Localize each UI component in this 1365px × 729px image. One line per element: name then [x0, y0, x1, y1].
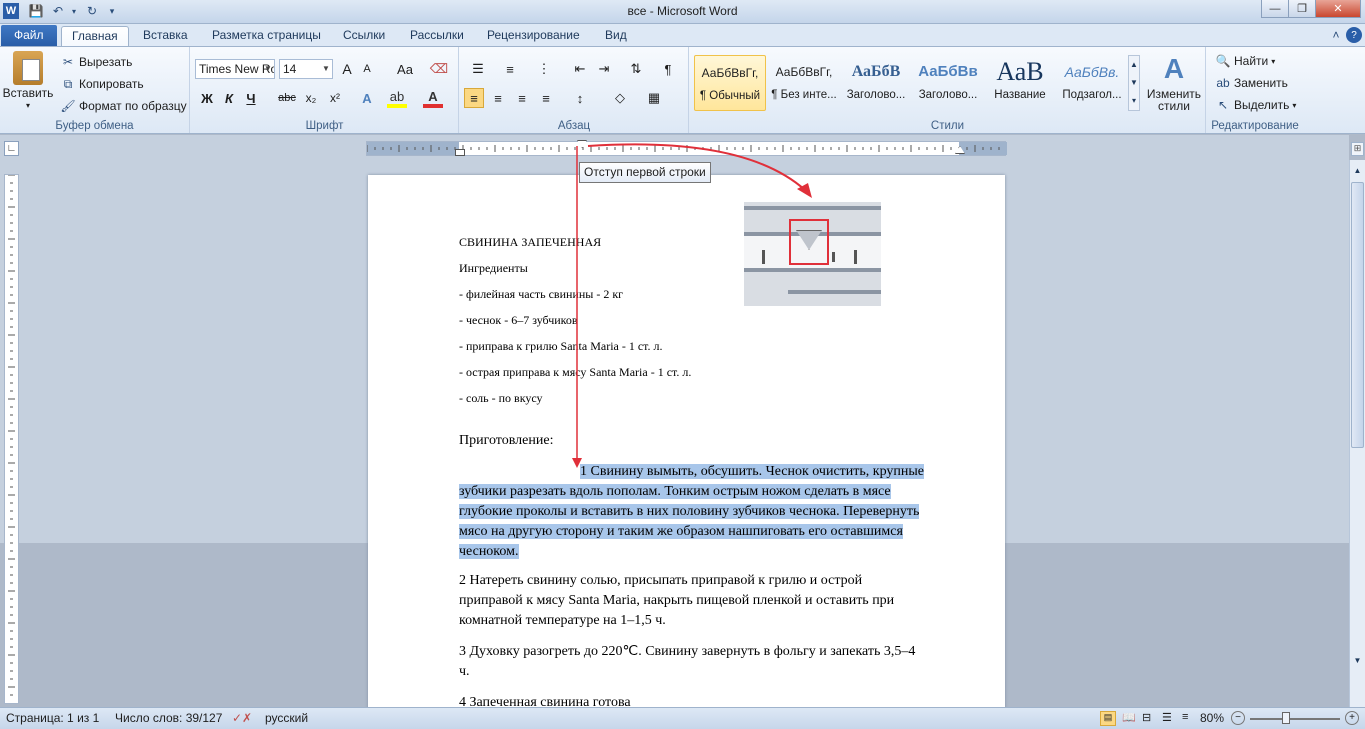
- zoom-slider[interactable]: [1250, 718, 1340, 720]
- vertical-scrollbar[interactable]: ▲ ▼: [1349, 160, 1365, 707]
- zoom-out-icon[interactable]: −: [1231, 711, 1245, 725]
- view-ruler-icon[interactable]: ⊞: [1351, 142, 1364, 156]
- scroll-down-icon[interactable]: ▼: [1351, 656, 1364, 670]
- web-layout-icon[interactable]: ⊟: [1142, 711, 1151, 724]
- draft-icon[interactable]: ≡: [1182, 711, 1188, 723]
- print-layout-icon[interactable]: ▤: [1100, 711, 1116, 726]
- zoom-slider-thumb[interactable]: [1282, 712, 1290, 724]
- scroll-up-icon[interactable]: ▲: [1351, 164, 1364, 178]
- zoom-level[interactable]: 80%: [1200, 711, 1224, 725]
- full-screen-reading-icon[interactable]: 📖: [1122, 711, 1136, 724]
- word-count[interactable]: Число слов: 39/127: [115, 711, 222, 725]
- page-count[interactable]: Страница: 1 из 1: [6, 711, 99, 725]
- annotation-arrows: [572, 143, 812, 468]
- status-bar: Страница: 1 из 1 Число слов: 39/127 ✓✗ р…: [0, 707, 1365, 729]
- tooltip: Отступ первой строки: [579, 162, 711, 183]
- annotation-arrowhead-down: [572, 458, 582, 468]
- outline-icon[interactable]: ☰: [1162, 711, 1172, 724]
- proofing-icon[interactable]: ✓✗: [232, 711, 252, 725]
- zoom-in-icon[interactable]: +: [1345, 711, 1359, 725]
- scroll-thumb[interactable]: [1351, 182, 1364, 448]
- language[interactable]: русский: [265, 711, 308, 725]
